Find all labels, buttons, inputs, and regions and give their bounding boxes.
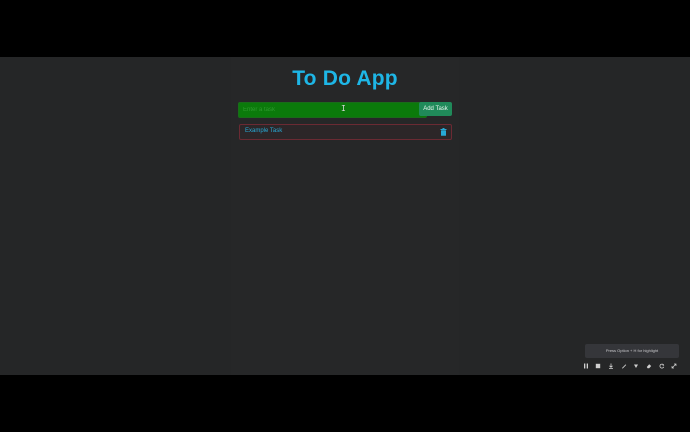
stop-icon[interactable] (594, 362, 603, 371)
refresh-icon[interactable] (657, 362, 666, 371)
recorder-hint: Press Option + H for highlight (585, 344, 679, 358)
text-cursor-icon: I (341, 104, 346, 113)
pause-icon[interactable] (581, 362, 590, 371)
pen-icon[interactable] (619, 362, 628, 371)
trash-icon[interactable] (440, 128, 447, 136)
task-item[interactable]: Example Task (239, 124, 452, 140)
letterbox-bottom (0, 375, 690, 432)
download-icon[interactable] (606, 362, 615, 371)
task-input[interactable] (238, 102, 427, 118)
eraser-icon[interactable] (645, 362, 654, 371)
arrow-down-icon[interactable] (632, 362, 641, 371)
recorder-toolbar (577, 360, 683, 372)
add-task-button[interactable]: Add Task (419, 102, 452, 116)
letterbox-top (0, 0, 690, 57)
expand-icon[interactable] (670, 362, 679, 371)
task-list: Example Task (239, 124, 452, 140)
page-title: To Do App (292, 67, 398, 90)
task-label: Example Task (245, 128, 283, 134)
